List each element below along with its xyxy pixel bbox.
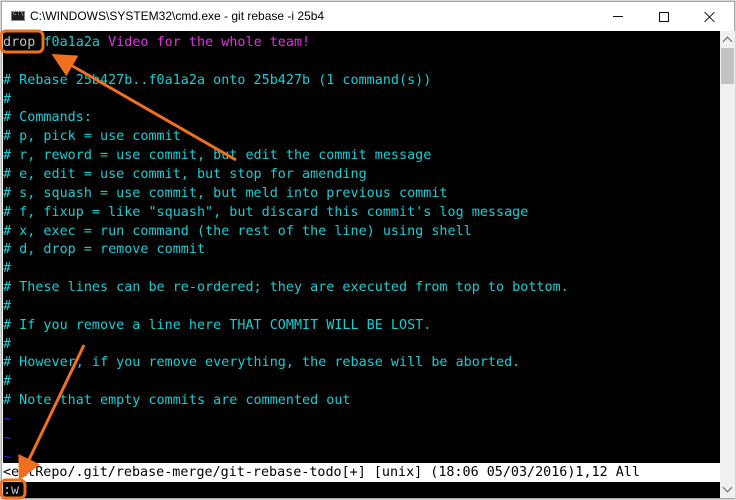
scroll-up-button[interactable]: [720, 31, 735, 48]
vim-status-line: <eitRepo/.git/rebase-merge/git-rebase-to…: [3, 463, 720, 482]
comment-line: # e, edit = use commit, but stop for ame…: [3, 166, 367, 182]
tilde-marker: ~: [3, 430, 12, 446]
maximize-button[interactable]: [641, 2, 687, 31]
comment-line: # Note that empty commits are commented …: [3, 393, 351, 409]
comment-line: # p, pick = use commit: [3, 129, 181, 145]
cmd-window: C:\WINDOWS\SYSTEM32\cmd.exe - git rebase…: [1, 1, 735, 499]
chevron-up-icon: [722, 36, 733, 47]
comment-line: # d, drop = remove commit: [3, 242, 206, 258]
comment-line: # If you remove a line here THAT COMMIT …: [3, 317, 432, 333]
vim-command-line[interactable]: :w: [3, 482, 720, 498]
window-title: C:\WINDOWS\SYSTEM32\cmd.exe - git rebase…: [30, 9, 325, 23]
chevron-down-icon: [722, 482, 733, 493]
comment-line: #: [3, 374, 12, 390]
comment-line: #: [3, 91, 12, 107]
maximize-icon: [659, 11, 669, 22]
tilde-marker: ~: [3, 412, 12, 427]
todo-command: drop: [3, 35, 36, 50]
comment-line: #: [3, 261, 12, 277]
vim-editor[interactable]: drop f0a1a2a Video for the whole team! #…: [3, 31, 720, 498]
comment-line: # Rebase 25b427b..f0a1a2a onto 25b427b (…: [3, 72, 432, 88]
commit-message: Video for the whole team!: [108, 35, 311, 50]
comment-line: # s, squash = use commit, but meld into …: [3, 185, 448, 201]
comment-line: # f, fixup = like "squash", but discard …: [3, 204, 529, 220]
scroll-thumb[interactable]: [721, 48, 734, 84]
comment-line: # However, if you remove everything, the…: [3, 355, 521, 371]
comment-line: # x, exec = run command (the rest of the…: [3, 223, 472, 239]
vertical-scrollbar[interactable]: [720, 31, 735, 498]
comment-line: # These lines can be re-ordered; they ar…: [3, 280, 569, 296]
minimize-button[interactable]: [595, 2, 641, 31]
close-icon: [704, 11, 716, 23]
comment-line: # r, reword = use commit, but edit the c…: [3, 148, 432, 164]
comment-line: #: [3, 298, 12, 314]
comment-line: # Commands:: [3, 110, 92, 126]
scroll-down-button[interactable]: [720, 481, 735, 498]
title-bar[interactable]: C:\WINDOWS\SYSTEM32\cmd.exe - git rebase…: [2, 2, 734, 31]
close-button[interactable]: [687, 2, 733, 31]
cmd-icon: [11, 10, 25, 21]
minimize-icon: [613, 16, 623, 17]
todo-line[interactable]: drop f0a1a2a Video for the whole team!: [3, 33, 310, 52]
commit-hash: f0a1a2a: [43, 35, 100, 50]
comment-line: #: [3, 336, 12, 352]
